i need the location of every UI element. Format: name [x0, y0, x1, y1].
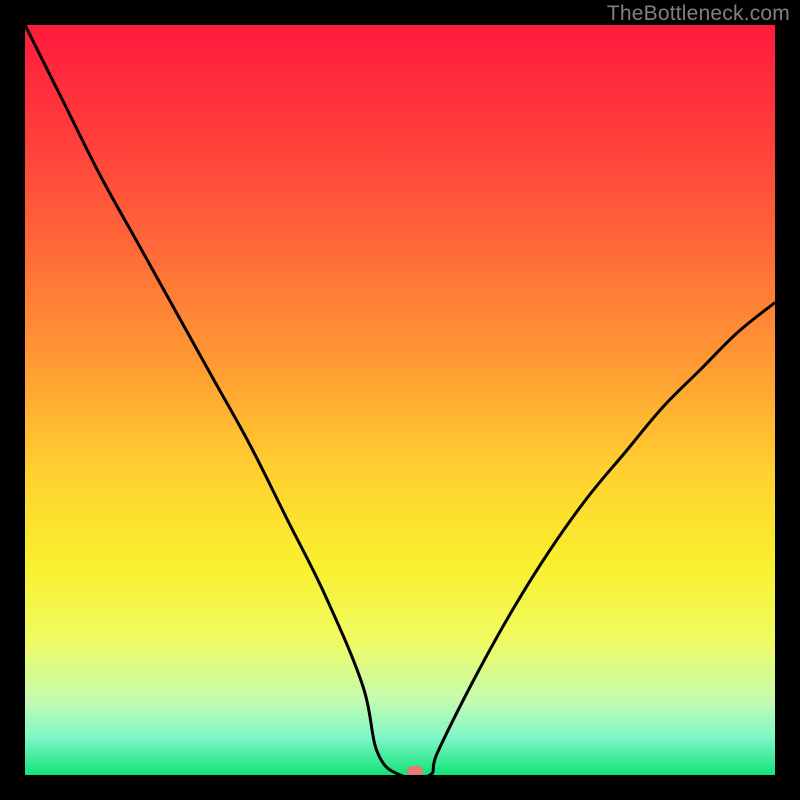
watermark-text: TheBottleneck.com: [607, 2, 790, 26]
optimal-marker: [407, 766, 423, 775]
plot-area: [25, 25, 775, 775]
chart-frame: TheBottleneck.com: [0, 0, 800, 800]
bottleneck-curve: [25, 25, 775, 775]
